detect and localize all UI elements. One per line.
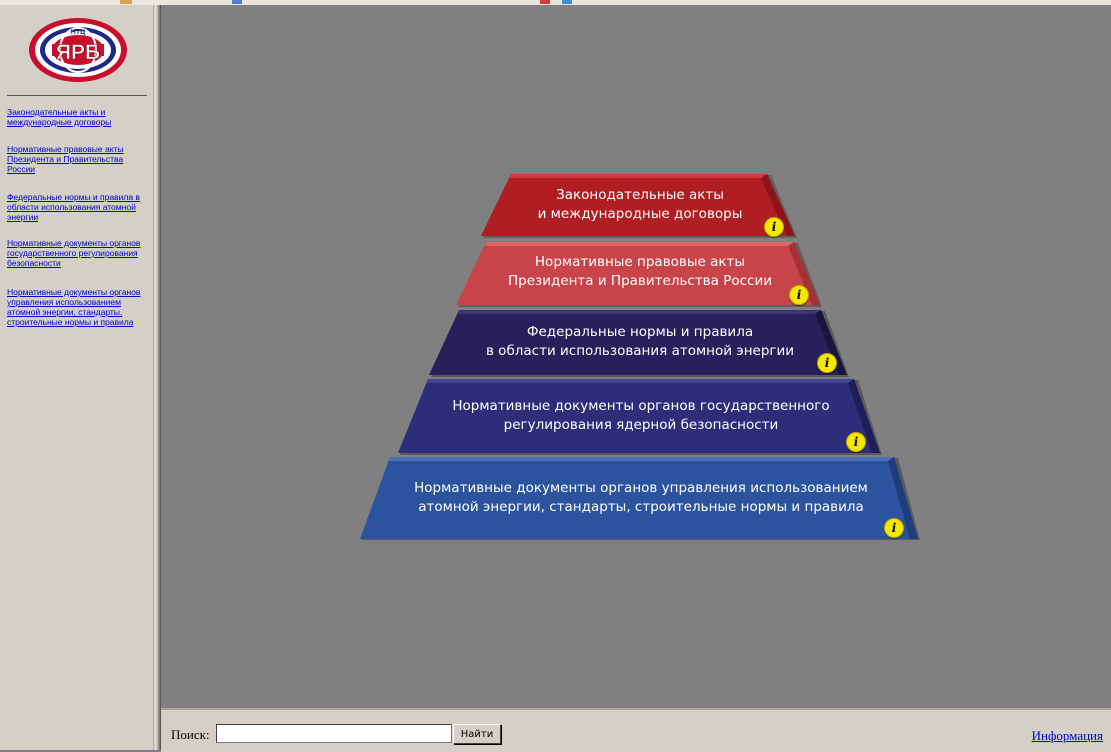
- main-content: Законодательные акты и международные дог…: [161, 5, 1111, 708]
- tier-label-line1: Законодательные акты: [556, 187, 724, 203]
- sidebar-link-management-documents[interactable]: Нормативные документы органов управления…: [7, 287, 149, 327]
- pyramid-tier-laws[interactable]: Законодательные акты и международные дог…: [481, 174, 799, 240]
- tier-label-line1: Нормативные документы органов управления…: [414, 480, 868, 496]
- search-input[interactable]: [216, 724, 452, 743]
- info-icon[interactable]: i: [884, 518, 904, 538]
- pyramid-tier-presidential-acts[interactable]: Нормативные правовые акты Президента и П…: [456, 242, 824, 309]
- divider: [7, 95, 147, 96]
- ntc-yarb-logo: НТЦ ЯРБ: [28, 17, 128, 83]
- tier-label-line2: Президента и Правительства России: [507, 273, 772, 289]
- toolbar-icon: [120, 0, 132, 4]
- sidebar-link-federal-norms[interactable]: Федеральные нормы и правила в области ис…: [7, 192, 149, 222]
- tier-label-line2: атомной энергии, стандарты, строительные…: [418, 499, 864, 515]
- info-icon[interactable]: i: [764, 217, 784, 237]
- tier-label-line2: и международные договоры: [537, 206, 743, 222]
- tier-label: Законодательные акты и международные дог…: [481, 186, 799, 224]
- sidebar: НТЦ ЯРБ Законодательные акты и междунаро…: [0, 5, 153, 750]
- toolbar-icon: [562, 0, 572, 4]
- logo-main-text: ЯРБ: [56, 41, 100, 64]
- toolbar-icon: [540, 0, 550, 4]
- logo-icon: НТЦ ЯРБ: [29, 18, 127, 82]
- tier-label-line2: в области использования атомной энергии: [485, 343, 795, 359]
- sidebar-link-presidential-acts[interactable]: Нормативные правовые акты Президента и П…: [7, 144, 149, 174]
- search-label: Поиск:: [171, 727, 210, 742]
- search-button[interactable]: Найти: [453, 724, 501, 744]
- tier-label-line2: регулирования ядерной безопасности: [503, 417, 779, 433]
- sidebar-link-regulatory-documents[interactable]: Нормативные документы органов государств…: [7, 238, 149, 268]
- pyramid-tier-management-documents[interactable]: Нормативные документы органов управления…: [360, 457, 922, 542]
- tier-label: Нормативные правовые акты Президента и П…: [456, 253, 824, 291]
- tier-label: Федеральные нормы и правила в области ис…: [429, 323, 851, 361]
- tier-label-line1: Нормативные правовые акты: [534, 254, 746, 270]
- tier-label: Нормативные документы органов управления…: [360, 479, 922, 517]
- tier-label-line1: Федеральные нормы и правила: [526, 324, 754, 340]
- sidebar-link-laws[interactable]: Законодательные акты и международные дог…: [7, 107, 149, 127]
- pyramid-tier-federal-norms[interactable]: Федеральные нормы и правила в области ис…: [429, 310, 851, 379]
- info-icon[interactable]: i: [817, 353, 837, 373]
- pyramid-tier-regulatory-documents[interactable]: Нормативные документы органов государств…: [398, 379, 884, 457]
- info-icon[interactable]: i: [789, 285, 809, 305]
- info-icon[interactable]: i: [846, 432, 866, 452]
- tier-label-line1: Нормативные документы органов государств…: [452, 398, 830, 414]
- info-link[interactable]: Информация: [1032, 728, 1103, 744]
- tier-label: Нормативные документы органов государств…: [398, 397, 884, 435]
- logo-top-text: НТЦ: [71, 29, 86, 36]
- search-bar: Поиск: Найти Информация: [161, 708, 1111, 752]
- toolbar-icon: [232, 0, 242, 4]
- frame-splitter[interactable]: [153, 5, 161, 750]
